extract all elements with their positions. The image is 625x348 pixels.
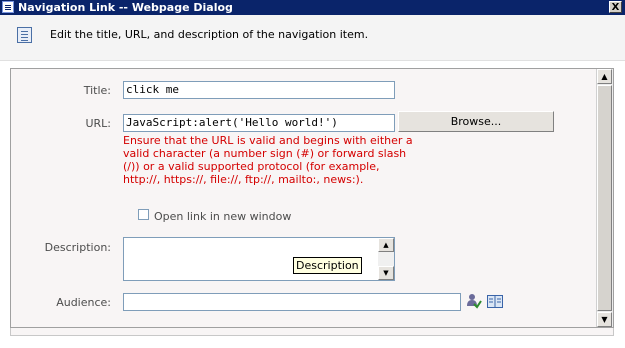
url-error-message: Ensure that the URL is valid and begins …	[123, 134, 413, 186]
dialog-header: Edit the title, URL, and description of …	[0, 15, 625, 61]
audience-label: Audience:	[56, 296, 111, 309]
url-input[interactable]: JavaScript:alert('Hello world!')	[123, 114, 395, 132]
title-label: Title:	[83, 84, 111, 97]
browse-button[interactable]: Browse...	[398, 111, 554, 132]
scroll-down-icon[interactable]: ▼	[597, 312, 612, 327]
panel-bottom-edge	[10, 328, 614, 336]
scroll-up-arrow-icon[interactable]: ▲	[378, 238, 394, 252]
description-scrollbar[interactable]: ▲ ▼	[378, 238, 394, 280]
url-label: URL:	[85, 117, 111, 130]
scroll-thumb[interactable]	[597, 85, 612, 311]
panel-scrollbar[interactable]: ▲ ▼	[596, 69, 613, 327]
close-button[interactable]: X	[609, 1, 622, 13]
open-new-window-label[interactable]: Open link in new window	[154, 210, 291, 223]
title-input[interactable]: click me	[123, 81, 395, 99]
form-panel: Title: click me URL: JavaScript:alert('H…	[10, 68, 614, 328]
people-check-icon[interactable]	[466, 293, 482, 309]
scroll-up-icon[interactable]: ▲	[597, 69, 612, 84]
address-book-icon[interactable]	[487, 295, 503, 308]
audience-input[interactable]	[123, 293, 461, 311]
dialog-description: Edit the title, URL, and description of …	[50, 28, 369, 41]
document-list-icon	[17, 27, 32, 43]
app-window-icon	[2, 1, 14, 13]
description-tooltip: Description	[293, 257, 362, 274]
title-bar: Navigation Link -- Webpage Dialog X	[0, 0, 625, 15]
window-title: Navigation Link -- Webpage Dialog	[18, 1, 233, 14]
scroll-down-arrow-icon[interactable]: ▼	[378, 266, 394, 280]
description-label: Description:	[44, 241, 111, 254]
open-new-window-checkbox[interactable]	[138, 209, 149, 220]
